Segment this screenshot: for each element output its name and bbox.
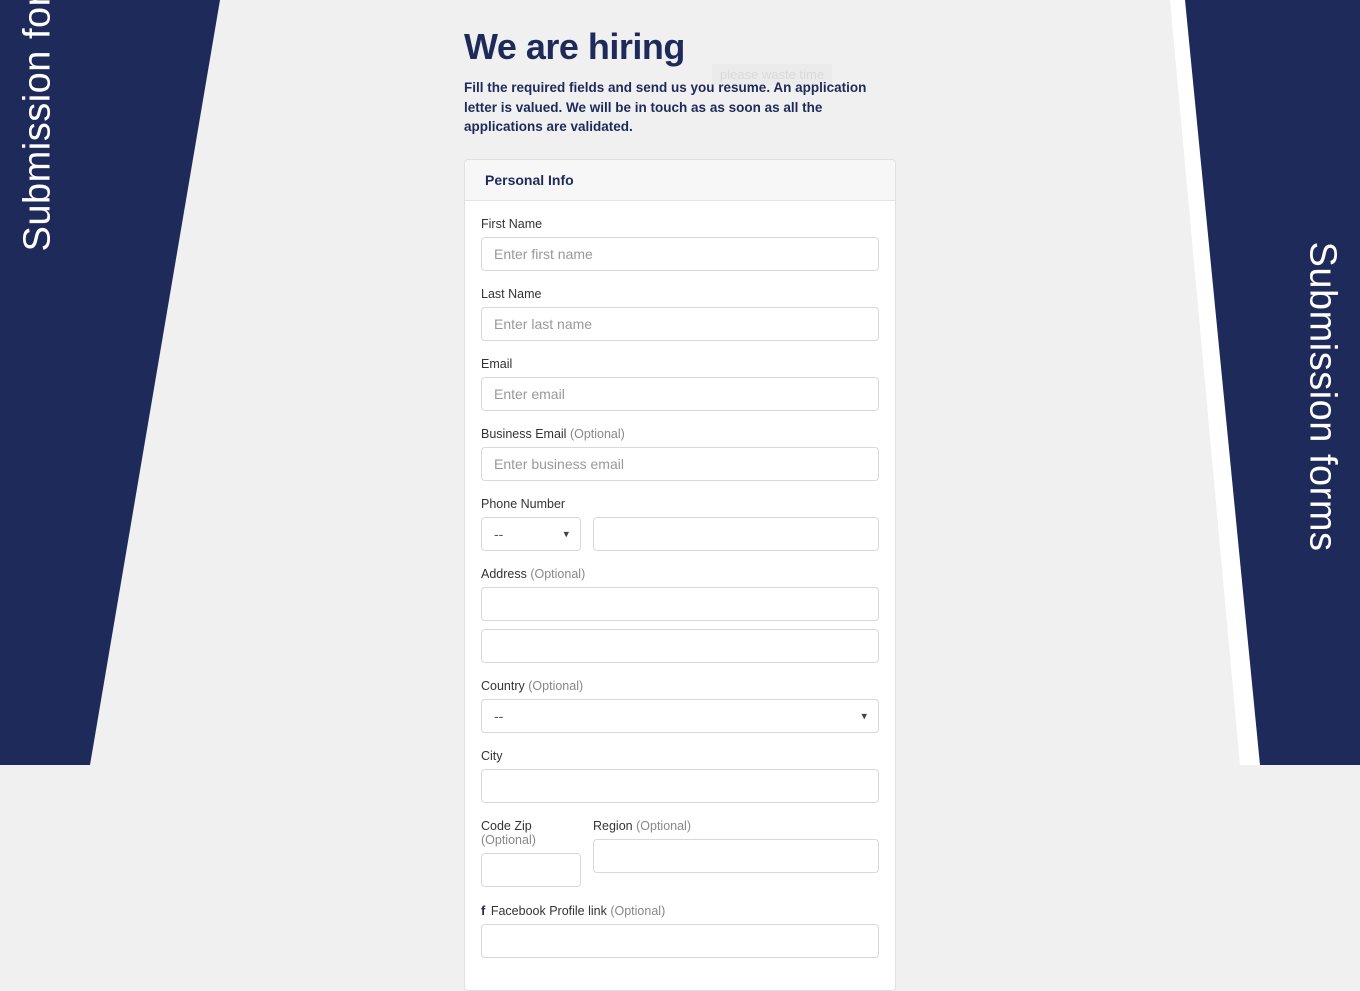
region-label: Region (Optional) xyxy=(593,819,879,833)
facebook-input[interactable] xyxy=(481,924,879,958)
form-container: We are hiring please waste time Fill the… xyxy=(464,0,896,991)
facebook-icon: f xyxy=(481,903,485,918)
address-label: Address (Optional) xyxy=(481,567,879,581)
page-title: We are hiring xyxy=(464,26,896,68)
business-email-input[interactable] xyxy=(481,447,879,481)
codezip-input[interactable] xyxy=(481,853,581,887)
personal-info-card: Personal Info First Name Last Name Email… xyxy=(464,159,896,991)
phone-number-input[interactable] xyxy=(593,517,879,551)
business-email-label: Business Email (Optional) xyxy=(481,427,879,441)
first-name-input[interactable] xyxy=(481,237,879,271)
last-name-label: Last Name xyxy=(481,287,879,301)
side-label-left: Submission forms xyxy=(17,0,60,252)
country-select[interactable]: -- xyxy=(481,699,879,733)
phone-label: Phone Number xyxy=(481,497,879,511)
country-label: Country (Optional) xyxy=(481,679,879,693)
city-label: City xyxy=(481,749,879,763)
region-input[interactable] xyxy=(593,839,879,873)
facebook-label: f Facebook Profile link (Optional) xyxy=(481,903,879,918)
codezip-label: Code Zip (Optional) xyxy=(481,819,581,847)
email-input[interactable] xyxy=(481,377,879,411)
section-title: Personal Info xyxy=(485,172,875,188)
card-header: Personal Info xyxy=(465,160,895,201)
city-input[interactable] xyxy=(481,769,879,803)
address-line2-input[interactable] xyxy=(481,629,879,663)
email-label: Email xyxy=(481,357,879,371)
first-name-label: First Name xyxy=(481,217,879,231)
last-name-input[interactable] xyxy=(481,307,879,341)
side-label-right: Submission forms xyxy=(1301,242,1344,552)
page-subtitle: Fill the required fields and send us you… xyxy=(464,78,896,137)
address-line1-input[interactable] xyxy=(481,587,879,621)
phone-code-select[interactable]: -- xyxy=(481,517,581,551)
